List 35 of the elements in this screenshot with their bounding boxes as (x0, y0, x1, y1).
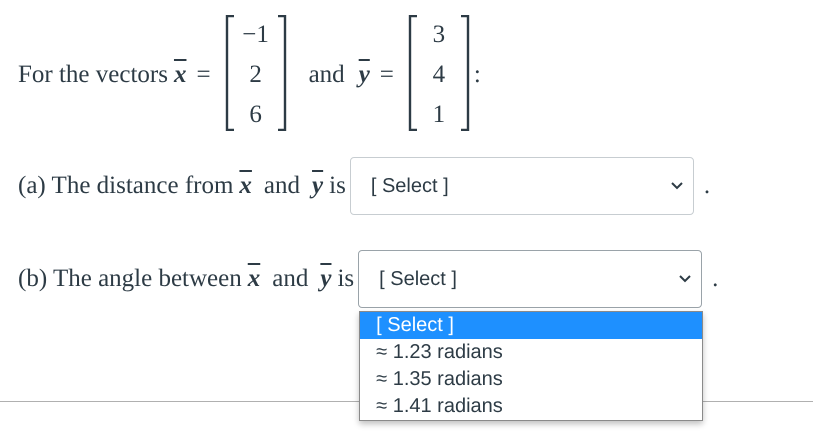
conjunction-text: and (308, 61, 345, 89)
answer-select[interactable]: [ Select ] (350, 157, 694, 215)
question-text: is (329, 172, 346, 200)
dropdown-option[interactable]: ≈ 1.41 radians (360, 393, 702, 420)
equals-sign: = (380, 61, 394, 89)
left-bracket-icon (408, 15, 418, 131)
colon-text: : (474, 61, 481, 89)
conjunction-text: and (264, 172, 300, 200)
equals-sign: = (196, 61, 211, 89)
matrix-entry: 3 (432, 20, 446, 50)
dropdown-option[interactable]: ≈ 1.35 radians (360, 366, 702, 393)
vector-symbol: x (239, 172, 252, 200)
dropdown-option[interactable]: ≈ 1.23 radians (360, 339, 702, 366)
right-bracket-icon (276, 15, 287, 131)
matrix-entry: −1 (242, 20, 269, 50)
vector-symbol: y (320, 265, 332, 293)
chevron-down-icon (679, 275, 692, 283)
vector-symbol: x (248, 265, 260, 293)
left-bracket-icon (224, 15, 235, 131)
chevron-down-icon (670, 182, 683, 190)
vector-symbol: y (312, 172, 324, 200)
matrix-entry: 1 (432, 100, 446, 130)
period-text: . (704, 172, 710, 200)
question-text: (a) The distance from (18, 172, 234, 200)
matrix-entry: 6 (249, 100, 262, 130)
period-text: . (712, 265, 718, 293)
matrix-entry: 2 (249, 60, 262, 90)
question-text: (b) The angle between (18, 265, 242, 293)
statement-text: For the vectors (18, 61, 168, 89)
vector-symbol: y (358, 61, 370, 89)
right-bracket-icon (460, 15, 470, 131)
question-text: is (337, 265, 354, 293)
vector-symbol: x (174, 61, 186, 89)
conjunction-text: and (272, 265, 308, 293)
matrix-entry: 4 (432, 60, 446, 90)
